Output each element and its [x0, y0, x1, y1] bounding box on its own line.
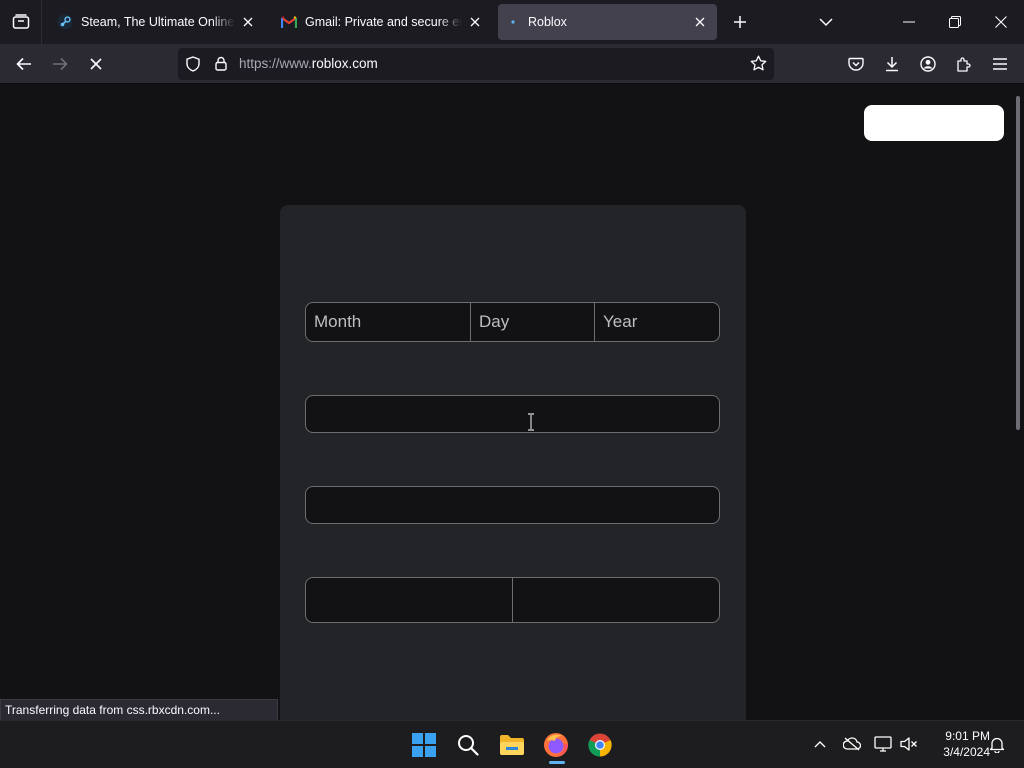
bookmark-star-icon[interactable] [750, 55, 767, 72]
steam-icon [57, 14, 73, 30]
downloads-button[interactable] [876, 48, 908, 80]
file-explorer-icon [500, 735, 524, 755]
extensions-button[interactable] [948, 48, 980, 80]
restore-icon [949, 16, 961, 28]
firefox-view-button[interactable] [0, 0, 42, 44]
menu-button[interactable] [984, 48, 1016, 80]
download-icon [886, 57, 898, 72]
username-input[interactable] [305, 395, 720, 433]
lock-icon[interactable] [215, 56, 227, 71]
tracking-protection-icon[interactable] [186, 56, 200, 72]
network-monitor-icon [874, 736, 892, 752]
back-arrow-icon [16, 57, 31, 71]
tab-roblox[interactable]: Roblox [498, 4, 717, 40]
screen: Steam, The Ultimate Online Game Platform… [0, 0, 1024, 768]
tab-close-icon[interactable] [466, 13, 484, 31]
search-icon [458, 735, 479, 756]
url-text[interactable]: https://www.roblox.com [239, 48, 378, 80]
page-content: Month Day Year [0, 84, 1024, 745]
password-input[interactable] [305, 486, 720, 524]
windows-start-icon [412, 733, 436, 757]
puzzle-icon [957, 57, 971, 72]
bell-icon [989, 737, 1005, 753]
chrome-taskbar-button[interactable] [580, 723, 620, 767]
gender-option-right[interactable] [513, 578, 719, 622]
tab-gmail[interactable]: Gmail: Private and secure email at no co… [271, 4, 492, 40]
gender-selector [305, 577, 720, 623]
tab-close-icon[interactable] [691, 13, 709, 31]
tab-title: Steam, The Ultimate Online Game Platform [81, 15, 235, 29]
clock-time: 9:01 PM [945, 729, 990, 743]
stop-loading-button[interactable] [80, 48, 112, 80]
day-dropdown[interactable]: Day [471, 303, 595, 341]
loading-dot-icon [508, 14, 524, 30]
notifications-button[interactable] [986, 733, 1008, 755]
header-button[interactable] [864, 105, 1004, 141]
firefox-view-icon [12, 14, 29, 29]
chevron-up-icon [814, 741, 826, 748]
navigation-toolbar: https://www.roblox.com [0, 44, 1024, 84]
new-tab-button[interactable] [720, 0, 760, 44]
tab-title: Gmail: Private and secure email at no co… [305, 15, 462, 29]
hamburger-menu-icon [993, 58, 1007, 70]
scrollbar[interactable] [1016, 96, 1020, 430]
gmail-icon [281, 14, 297, 30]
account-icon [920, 56, 936, 72]
url-domain: roblox.com [311, 56, 378, 71]
pocket-icon [848, 57, 864, 71]
cloud-offline-icon [843, 737, 861, 751]
show-hidden-icons-button[interactable] [809, 733, 831, 755]
close-icon [995, 16, 1007, 28]
system-clock[interactable]: 9:01 PM 3/4/2024 [924, 728, 990, 760]
forward-arrow-icon [53, 57, 68, 71]
birthday-selector: Month Day Year [305, 302, 720, 342]
address-bar[interactable]: https://www.roblox.com [178, 48, 774, 80]
list-all-tabs-button[interactable] [806, 0, 846, 44]
firefox-icon [544, 733, 568, 757]
file-explorer-button[interactable] [492, 723, 532, 767]
restore-button[interactable] [935, 0, 975, 44]
taskbar: 9:01 PM 3/4/2024 [0, 720, 1024, 768]
minimize-button[interactable] [889, 0, 929, 44]
minimize-icon [903, 21, 915, 23]
tab-strip: Steam, The Ultimate Online Game Platform… [0, 0, 1024, 44]
signup-form-card: Month Day Year [280, 205, 746, 745]
onedrive-tray-button[interactable] [841, 733, 863, 755]
volume-tray-button[interactable] [898, 733, 920, 755]
month-dropdown[interactable]: Month [306, 303, 471, 341]
tab-steam[interactable]: Steam, The Ultimate Online Game Platform [47, 4, 265, 40]
year-dropdown[interactable]: Year [595, 303, 719, 341]
chrome-icon [588, 733, 612, 757]
plus-icon [734, 16, 746, 28]
taskbar-search-button[interactable] [448, 723, 488, 767]
windows-start-button[interactable] [404, 723, 444, 767]
status-panel: Transferring data from css.rbxcdn.com... [0, 699, 278, 721]
volume-muted-icon [900, 737, 917, 751]
clock-date: 3/4/2024 [943, 745, 990, 759]
text-cursor-icon [528, 413, 534, 431]
gender-option-left[interactable] [306, 578, 513, 622]
account-button[interactable] [912, 48, 944, 80]
forward-button[interactable] [44, 48, 76, 80]
url-prefix: https://www. [239, 56, 312, 71]
network-tray-button[interactable] [872, 733, 894, 755]
active-app-indicator [549, 761, 565, 764]
pocket-button[interactable] [840, 48, 872, 80]
tab-close-icon[interactable] [239, 13, 257, 31]
back-button[interactable] [8, 48, 40, 80]
close-window-button[interactable] [981, 0, 1021, 44]
tab-title: Roblox [528, 15, 567, 29]
stop-icon [90, 58, 102, 70]
chevron-down-icon [819, 17, 833, 26]
